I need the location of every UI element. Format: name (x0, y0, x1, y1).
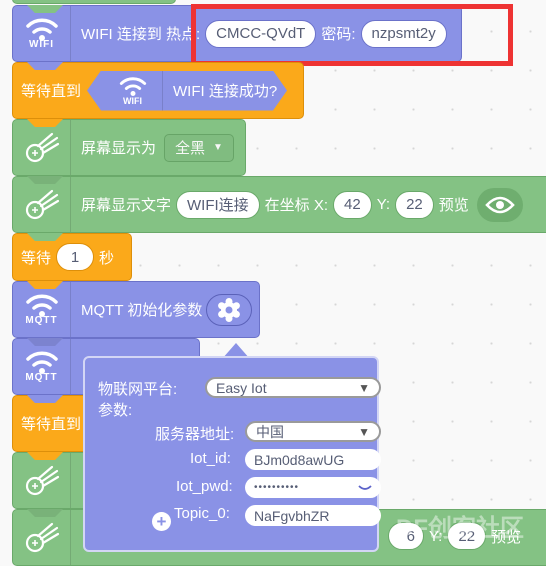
highlight-box (191, 4, 513, 66)
topic-label: Topic_0: (174, 505, 230, 522)
preview-label: 预览 (438, 197, 469, 214)
add-topic-button[interactable]: + (152, 512, 171, 531)
mqtt-icon: MQTT (13, 282, 71, 337)
settings-gear-button[interactable] (206, 293, 253, 326)
server-label: 服务器地址: (155, 426, 235, 443)
meteor-icon (13, 120, 71, 175)
mqtt-icon: MQTT (13, 339, 71, 394)
block-prev-green[interactable] (12, 0, 176, 4)
notch (27, 395, 63, 403)
seconds-unit-label: 秒 (99, 249, 115, 267)
block-screen-text[interactable]: 屏幕显示文字 WIFI连接 在坐标 X: 42 Y: 22 预览 (12, 176, 546, 233)
block-wait-until-wifi[interactable]: 等待直到 WIFI WIFI 连接成功? (12, 62, 304, 119)
wifi-connected-condition[interactable]: WIFI WIFI 连接成功? (87, 71, 287, 111)
x-input[interactable]: 42 (333, 190, 372, 219)
iot-id-input[interactable]: BJm0d8awUG (245, 449, 381, 470)
display-text-input[interactable]: WIFI连接 (176, 190, 260, 219)
iot-pwd-label: Iot_pwd: (176, 478, 233, 495)
wait-label: 等待 (21, 249, 52, 267)
screen-fill-label: 屏幕显示为 (81, 140, 157, 157)
mqtt-settings-popup: 物联网平台: Easy Iot ▼ 参数: 服务器地址: 中国 ▼ Iot_id… (83, 356, 381, 552)
seconds-input[interactable]: 1 (56, 243, 95, 271)
mqtt-init-label: MQTT 初始化参数 (81, 302, 203, 319)
topic-input[interactable]: NaFgvbhZR (245, 505, 381, 526)
meteor-icon (13, 510, 71, 565)
dropdown-arrow-icon: ▼ (358, 380, 370, 395)
meteor-icon (13, 453, 71, 508)
platform-select[interactable]: Easy Iot ▼ (205, 377, 381, 398)
screen-text-label: 屏幕显示文字 (81, 197, 172, 214)
wait-until-label: 等待直到 (21, 83, 82, 100)
plus-icon: + (156, 512, 167, 531)
iot-id-label: Iot_id: (190, 450, 231, 467)
dropdown-arrow-icon: ▼ (358, 424, 370, 439)
gear-icon (218, 297, 241, 322)
dropdown-arrow-icon: ▼ (213, 142, 223, 153)
wifi-icon: WIFI (103, 71, 163, 111)
fill-color-dropdown[interactable]: 全黑 ▼ (164, 133, 234, 162)
wifi-connect-label: WIFI 连接到 热点: (81, 26, 201, 43)
preview-eye-button[interactable] (476, 187, 523, 222)
watermark: DF创客社区 (396, 515, 524, 542)
platform-label: 物联网平台: (98, 381, 178, 398)
notch (27, 233, 63, 241)
wifi-connected-label: WIFI 连接成功? (173, 83, 278, 100)
block-wait-seconds[interactable]: 等待 1 秒 (12, 233, 132, 281)
eye-closed-icon (358, 484, 372, 490)
y-input[interactable]: 22 (395, 190, 434, 219)
block-screen-fill[interactable]: 屏幕显示为 全黑 ▼ (12, 119, 246, 176)
server-select[interactable]: 中国 ▼ (245, 421, 381, 442)
iot-pwd-input[interactable]: •••••••••• (245, 477, 381, 498)
wifi-icon: WIFI (13, 6, 71, 61)
block-mqtt-init[interactable]: MQTT MQTT 初始化参数 (12, 281, 260, 338)
coord-x-label: 在坐标 X: (264, 197, 329, 214)
eye-icon (484, 196, 515, 213)
wait-until-label: 等待直到 (21, 416, 82, 433)
coord-y-label: Y: (376, 196, 391, 213)
params-label: 参数: (98, 402, 133, 419)
notch (27, 62, 63, 70)
meteor-icon (13, 177, 71, 232)
